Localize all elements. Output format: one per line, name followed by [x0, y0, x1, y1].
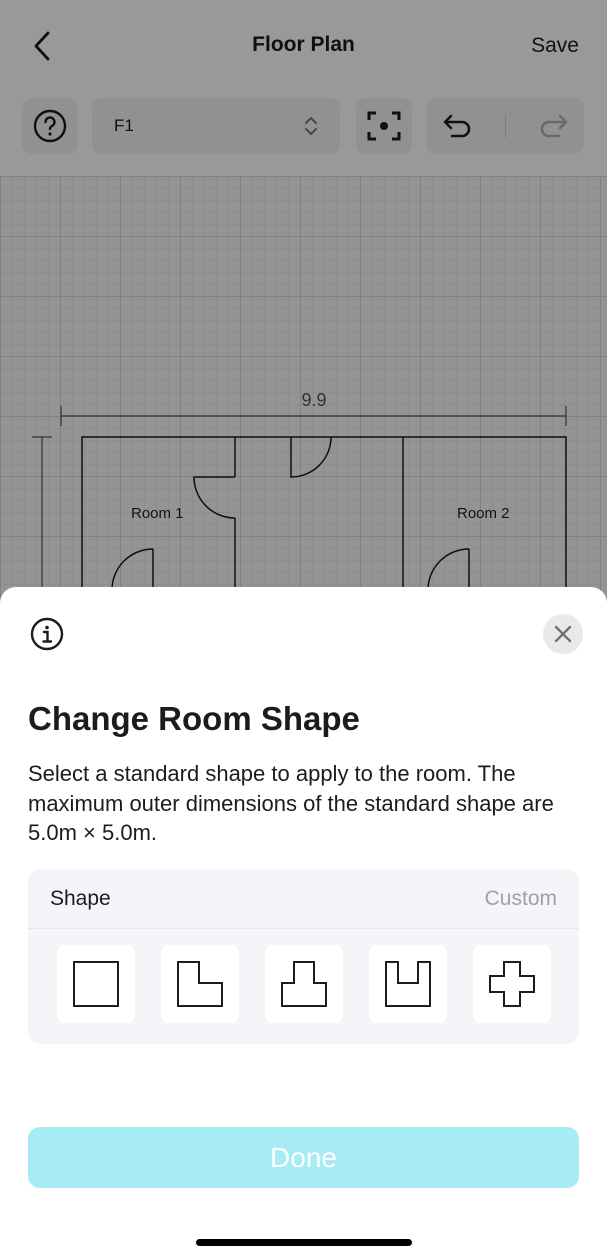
cross-shape-icon — [489, 961, 535, 1007]
shape-option-u[interactable] — [369, 945, 447, 1023]
close-button[interactable] — [543, 614, 583, 654]
home-indicator — [196, 1239, 412, 1246]
u-shape-icon — [385, 961, 431, 1007]
l-shape-icon — [177, 961, 223, 1007]
shape-option-t[interactable] — [265, 945, 343, 1023]
done-button[interactable]: Done — [28, 1127, 579, 1188]
close-icon — [554, 625, 572, 643]
square-shape-icon — [73, 961, 119, 1007]
shape-options — [57, 945, 551, 1023]
shape-card: Shape Custom — [28, 869, 579, 1044]
change-room-shape-sheet: Change Room Shape Select a standard shap… — [0, 587, 607, 1257]
t-shape-icon — [281, 961, 327, 1007]
sheet-title: Change Room Shape — [28, 700, 360, 737]
shape-current-value: Custom — [484, 887, 557, 910]
info-circle-icon[interactable] — [30, 617, 64, 651]
shape-option-l[interactable] — [161, 945, 239, 1023]
shape-option-square[interactable] — [57, 945, 135, 1023]
shape-row: Shape Custom — [28, 869, 579, 929]
sheet-description: Select a standard shape to apply to the … — [28, 761, 554, 845]
shape-option-cross[interactable] — [473, 945, 551, 1023]
shape-label: Shape — [50, 887, 111, 910]
